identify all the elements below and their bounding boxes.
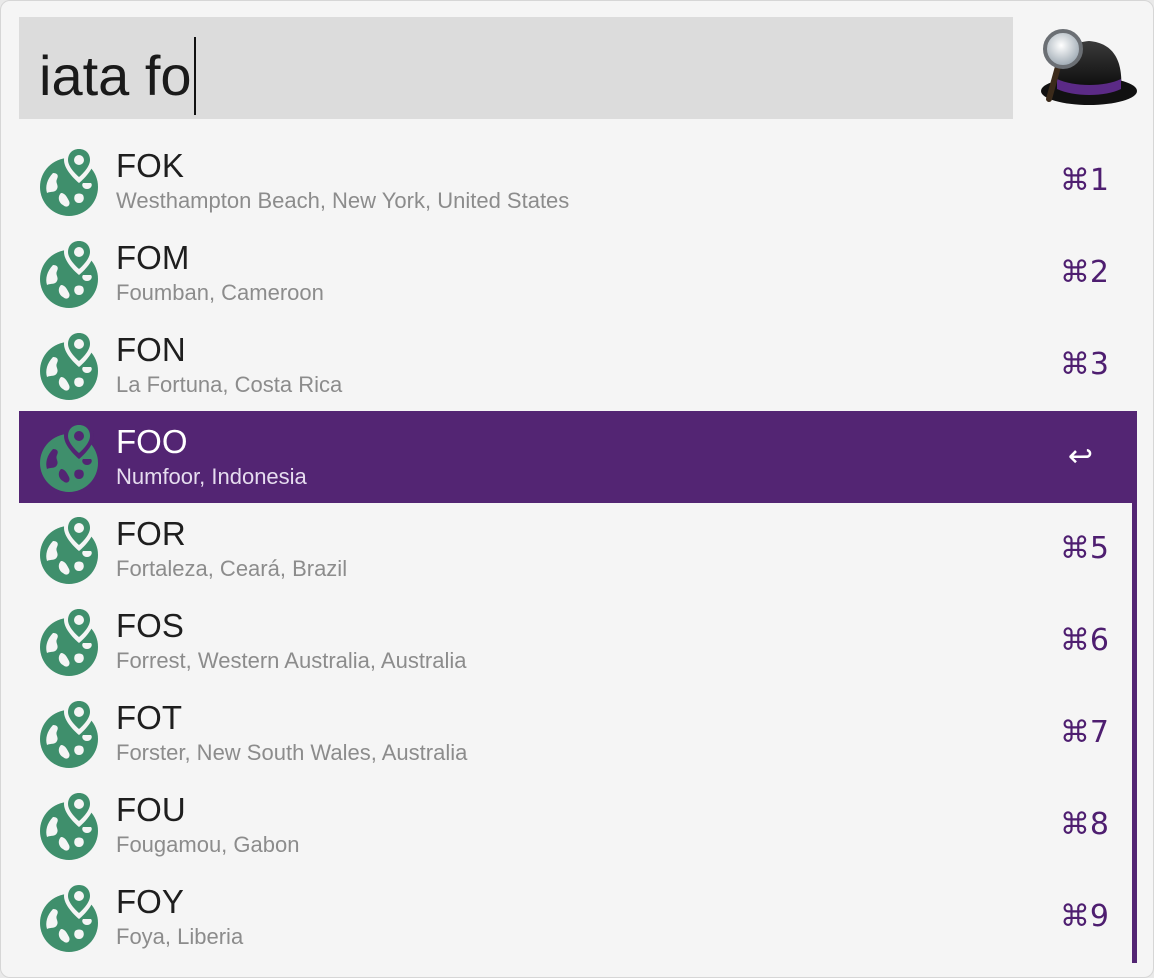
result-shortcut: ⌘6 <box>1059 623 1109 658</box>
result-shortcut: ⌘1 <box>1059 163 1109 198</box>
result-row-fon[interactable]: FON La Fortuna, Costa Rica ⌘3 <box>19 319 1137 411</box>
launcher-window: iata fo FOK Westhampton Beach, New York,… <box>0 0 1154 978</box>
globe-location-icon <box>37 695 101 771</box>
result-row-foy[interactable]: FOY Foya, Liberia ⌘9 <box>19 871 1137 963</box>
result-subtitle: Forster, New South Wales, Australia <box>116 740 468 765</box>
result-subtitle: Foya, Liberia <box>116 924 244 949</box>
result-title: FOO <box>116 423 188 460</box>
result-title: FOU <box>116 791 186 828</box>
alfred-hat-icon[interactable] <box>1029 23 1139 113</box>
globe-location-icon <box>37 419 101 495</box>
result-title: FON <box>116 331 186 368</box>
result-title: FOM <box>116 239 190 276</box>
result-shortcut: ⌘3 <box>1059 347 1109 382</box>
result-row-for[interactable]: FOR Fortaleza, Ceará, Brazil ⌘5 <box>19 503 1137 595</box>
result-shortcut: ⌘8 <box>1059 807 1109 842</box>
search-query-value: iata fo <box>39 44 192 107</box>
result-subtitle: Forrest, Western Australia, Australia <box>116 648 467 673</box>
globe-location-icon <box>37 511 101 587</box>
result-row-fok[interactable]: FOK Westhampton Beach, New York, United … <box>19 135 1137 227</box>
globe-location-icon <box>37 879 101 955</box>
results-list: FOK Westhampton Beach, New York, United … <box>19 135 1137 963</box>
result-subtitle: Foumban, Cameroon <box>116 280 324 305</box>
result-shortcut: ⌘5 <box>1059 531 1109 566</box>
globe-location-icon <box>37 327 101 403</box>
result-row-fot[interactable]: FOT Forster, New South Wales, Australia … <box>19 687 1137 779</box>
result-row-fou[interactable]: FOU Fougamou, Gabon ⌘8 <box>19 779 1137 871</box>
result-subtitle: Westhampton Beach, New York, United Stat… <box>116 188 570 213</box>
result-title: FOS <box>116 607 184 644</box>
result-row-fom[interactable]: FOM Foumban, Cameroon ⌘2 <box>19 227 1137 319</box>
result-shortcut: ⌘7 <box>1059 715 1109 750</box>
globe-location-icon <box>37 143 101 219</box>
globe-location-icon <box>37 787 101 863</box>
result-title: FOK <box>116 147 184 184</box>
text-caret <box>193 37 196 115</box>
search-query-text[interactable]: iata fo <box>39 37 196 115</box>
result-subtitle: Numfoor, Indonesia <box>116 464 307 489</box>
result-subtitle: La Fortuna, Costa Rica <box>116 372 343 397</box>
result-subtitle: Fougamou, Gabon <box>116 832 300 857</box>
result-title: FOY <box>116 883 184 920</box>
result-subtitle: Fortaleza, Ceará, Brazil <box>116 556 348 581</box>
globe-location-icon <box>37 235 101 311</box>
result-title: FOT <box>116 699 182 736</box>
result-shortcut: ⌘2 <box>1059 255 1109 290</box>
result-row-fos[interactable]: FOS Forrest, Western Australia, Australi… <box>19 595 1137 687</box>
return-key-icon: ↩ <box>1067 439 1093 474</box>
result-title: FOR <box>116 515 186 552</box>
scrollbar[interactable] <box>1132 411 1137 963</box>
result-shortcut: ⌘9 <box>1059 899 1109 934</box>
result-row-foo[interactable]: FOO Numfoor, Indonesia ↩ <box>19 411 1137 503</box>
globe-location-icon <box>37 603 101 679</box>
search-input[interactable]: iata fo <box>19 17 1013 119</box>
